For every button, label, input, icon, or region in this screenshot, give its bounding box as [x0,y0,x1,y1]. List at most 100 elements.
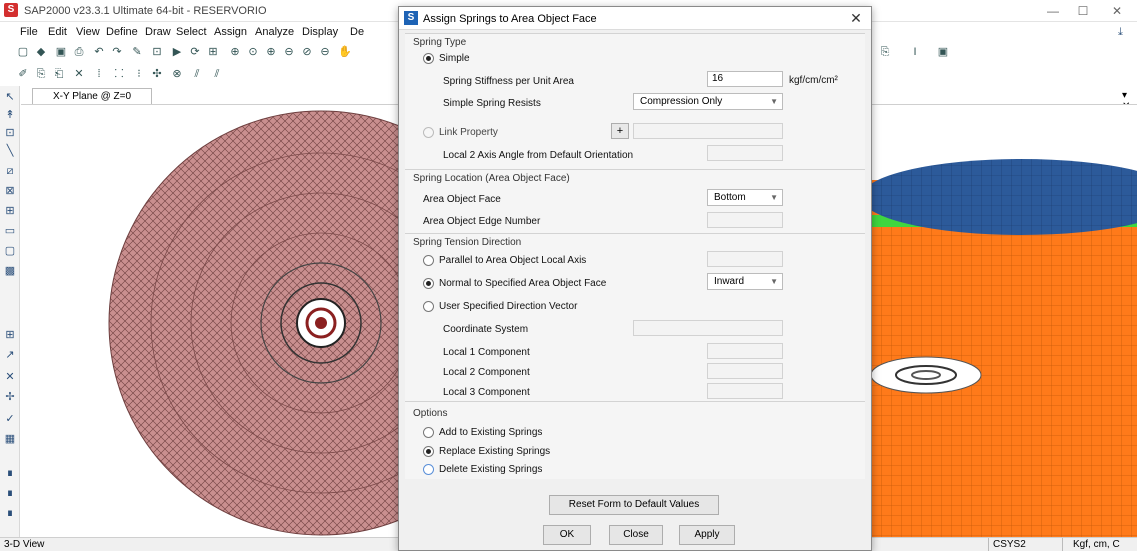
select-previous-icon[interactable]: ✢ [3,390,17,404]
replace-springs-radio[interactable] [423,446,434,457]
replicate-icon[interactable]: ⁞ [92,67,106,81]
undo-icon[interactable]: ↶ [92,45,106,59]
text-tool-icon[interactable]: I [908,45,922,59]
maximize-button[interactable]: ☐ [1070,2,1096,20]
print-icon[interactable]: ⎙ [72,45,86,59]
shading-icon[interactable]: ▣ [936,45,950,59]
snap-point-icon[interactable]: ∎ [3,466,17,480]
pointer-icon[interactable]: ↖ [3,90,17,104]
draw-tool-icon[interactable]: ✐ [16,67,30,81]
coord-system-label: Coordinate System [443,324,529,335]
refresh-icon[interactable]: ⊞ [206,45,220,59]
snap-end-icon[interactable]: ∎ [3,506,17,520]
brace-icon[interactable]: ⫽ [190,67,204,81]
zoom-in-icon[interactable]: ⊕ [264,45,278,59]
select-intersect-icon[interactable]: ↗ [3,348,17,362]
brace-2-icon[interactable]: ⫽ [210,67,224,81]
select-all-icon[interactable]: ⊞ [3,328,17,342]
zoom-fit-icon[interactable]: ⊙ [246,45,260,59]
open-icon[interactable]: ◆ [34,45,48,59]
snap-mid-icon[interactable]: ∎ [3,486,17,500]
zoom-out-icon[interactable]: ⊖ [282,45,296,59]
clear-selection-icon[interactable]: ✓ [3,412,17,426]
stiffness-input[interactable]: 16 [707,71,783,87]
spring-type-group: Spring Type Simple Spring Stiffness per … [405,33,865,169]
edit-pencil-icon[interactable]: ✎ [130,45,144,59]
coord-system-field[interactable] [633,320,783,336]
parallel-axis-field[interactable] [707,251,783,267]
run-analysis-icon[interactable]: ▶ [170,45,184,59]
units-select[interactable]: Kgf, cm, C [1062,538,1137,551]
menu-analyze[interactable]: Analyze [255,26,294,38]
save-icon[interactable]: ▣ [54,45,68,59]
zoom-window-icon[interactable]: ⊕ [228,45,242,59]
menu-display[interactable]: Display [302,26,338,38]
area-face-select[interactable]: Bottom ▼ [707,189,783,206]
reshape-icon[interactable]: ↟ [3,108,17,122]
delete-springs-radio[interactable] [423,464,434,475]
download-icon[interactable]: ⤓ [1118,26,1123,39]
local3-input[interactable] [707,383,783,399]
menu-file[interactable]: File [20,26,38,38]
reset-form-button[interactable]: Reset Form to Default Values [549,495,719,515]
lock-icon[interactable]: ⊡ [150,45,164,59]
normal-face-radio[interactable] [423,278,434,289]
paste-icon[interactable]: ⎗ [52,67,66,81]
menu-edit[interactable]: Edit [48,26,67,38]
zoom-step-icon[interactable]: ⊖ [318,45,332,59]
parallel-axis-radio[interactable] [423,255,434,266]
area-face-label: Area Object Face [423,194,501,205]
grid-icon[interactable]: ⁝ [132,67,146,81]
local1-input[interactable] [707,343,783,359]
snap-icon[interactable]: ⸬ [112,67,126,81]
close-button[interactable]: Close [609,525,663,545]
menu-design[interactable]: De [350,26,364,38]
area-grid-icon[interactable]: ⊞ [3,204,17,218]
ok-button[interactable]: OK [543,525,591,545]
joint-icon[interactable]: ⊡ [3,126,17,140]
link-property-field[interactable] [633,123,783,139]
menu-assign[interactable]: Assign [214,26,247,38]
section-icon[interactable]: ⊗ [170,67,184,81]
select-cross-icon[interactable]: ✕ [3,370,17,384]
copy-icon[interactable]: ⎘ [34,67,48,81]
menu-view[interactable]: View [76,26,100,38]
zoom-previous-icon[interactable]: ⊘ [300,45,314,59]
local2-angle-input[interactable] [707,145,783,161]
chevron-down-icon: ▼ [770,193,778,202]
tab-xy-plane[interactable]: X-Y Plane @ Z=0 [32,88,152,104]
new-model-icon[interactable]: ▢ [16,45,30,59]
resists-select[interactable]: Compression Only ▼ [633,93,783,110]
link-property-radio[interactable] [423,127,434,138]
snap-grid-icon[interactable]: ▦ [3,432,17,446]
delete-icon[interactable]: ✕ [72,67,86,81]
rect-area-icon[interactable]: ▢ [3,244,17,258]
local2-label: Local 2 Component [443,367,530,378]
local2-input[interactable] [707,363,783,379]
menu-define[interactable]: Define [106,26,138,38]
user-vector-radio[interactable] [423,301,434,312]
rotate-icon[interactable]: ⟳ [188,45,202,59]
frame-icon[interactable]: ╲ [3,144,17,158]
move-icon[interactable]: ✣ [150,67,164,81]
menu-select[interactable]: Select [176,26,207,38]
dialog-close-button[interactable]: ✕ [845,10,867,26]
brace-tool-icon[interactable]: ⊠ [3,184,17,198]
minimize-button[interactable]: — [1040,2,1066,20]
normal-direction-select[interactable]: Inward ▼ [707,273,783,290]
pan-hand-icon[interactable]: ✋ [338,45,352,59]
menu-draw[interactable]: Draw [145,26,171,38]
redo-icon[interactable]: ↷ [110,45,124,59]
display-options-icon[interactable]: ⎘ [878,45,892,59]
options-group: Options Add to Existing Springs Replace … [405,401,865,479]
link-add-button[interactable]: + [611,123,629,139]
cable-icon[interactable]: ⧄ [3,164,17,178]
add-springs-radio[interactable] [423,427,434,438]
close-window-button[interactable]: ✕ [1104,2,1130,20]
simple-radio[interactable] [423,53,434,64]
solid-icon[interactable]: ▩ [3,264,17,278]
coord-system-select[interactable]: CSYS2 [988,538,1058,551]
apply-button[interactable]: Apply [679,525,735,545]
poly-area-icon[interactable]: ▭ [3,224,17,238]
edge-number-input[interactable] [707,212,783,228]
